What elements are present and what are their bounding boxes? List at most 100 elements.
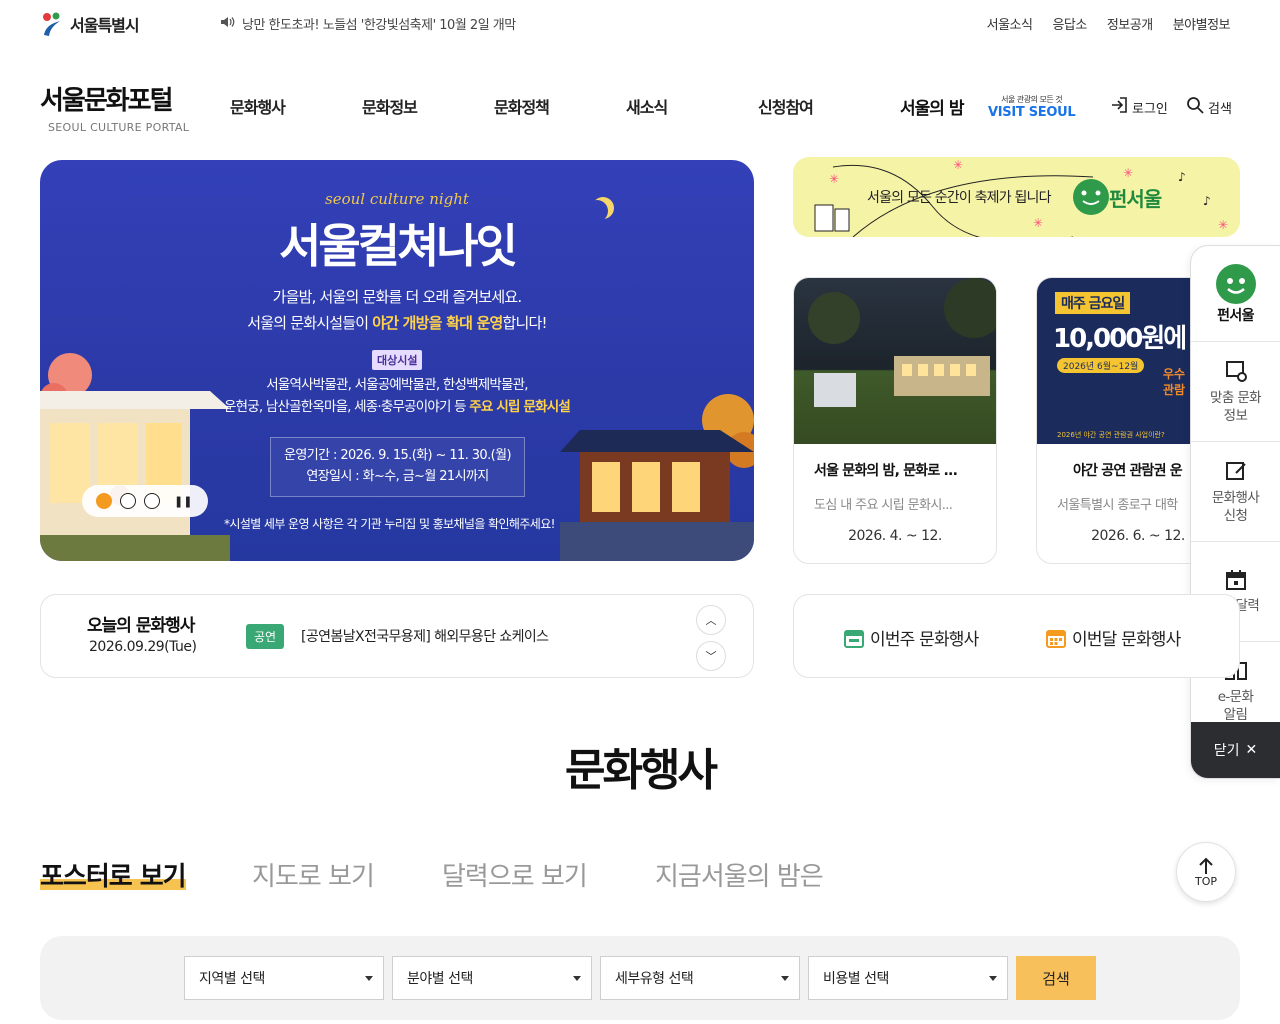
fun-seoul-logo-icon [1215, 263, 1256, 304]
notice-text: 낭만 한도초과! 노들섬 '한강빛섬축제' 10월 2일 개막 [242, 18, 516, 33]
util-link-field-info[interactable]: 분야별정보 [1173, 14, 1231, 33]
svg-text:✳: ✳ [1218, 218, 1228, 232]
region-select[interactable]: 지역별 선택 [184, 956, 384, 1000]
util-link-news[interactable]: 서울소식 [987, 14, 1033, 33]
seoul-night-link[interactable]: 서울의 밤 [900, 94, 964, 119]
util-link-disclosure[interactable]: 정보공개 [1107, 14, 1153, 33]
period-links-box: 이번주 문화행사 이번달 문화행사 [793, 594, 1240, 678]
week-calendar-icon [844, 629, 864, 648]
seoul-symbol-icon [40, 11, 64, 37]
search-button[interactable]: 검색 [1186, 96, 1232, 118]
quick-custom-info-label: 맞춤 문화정보 [1210, 389, 1262, 424]
scroll-top-label: TOP [1194, 874, 1217, 888]
gnb-apply[interactable]: 신청참여 [758, 94, 814, 118]
banner-message: 서울의 모든 순간이 축제가 됩니다 [867, 190, 1052, 206]
event-card-desc: 도심 내 주요 시립 문화시... [814, 498, 953, 513]
speaker-icon [220, 16, 236, 32]
login-label: 로그인 [1132, 101, 1168, 117]
hero-line-2-a: 서울의 문화시설들이 [247, 314, 373, 332]
card-img-foot: 2026년 야간 공연 관람권 사업이란? [1057, 431, 1165, 439]
hero-subtitle: seoul culture night [325, 190, 469, 208]
filter-search-button[interactable]: 검색 [1016, 956, 1096, 1000]
category-select[interactable]: 분야별 선택 [392, 956, 592, 1000]
tab-calendar-view[interactable]: 달력으로 보기 [442, 856, 588, 893]
quick-event-apply[interactable]: 문화행사 신청 [1191, 442, 1280, 542]
this-week-events-link[interactable]: 이번주 문화행사 [844, 625, 979, 650]
today-event-box: 오늘의 문화행사 2026.09.29(Tue) 공연 [공연봄날X전국무용제]… [40, 594, 754, 678]
quick-fun-seoul[interactable]: 펀서울 [1191, 246, 1280, 342]
hero-facilities: 서울역사박물관, 서울공예박물관, 한성백제박물관, 운현궁, 남산골한옥마을,… [40, 374, 754, 418]
hero-line-2: 서울의 문화시설들이 야간 개방을 확대 운영합니다! [40, 310, 754, 336]
this-month-events-link[interactable]: 이번달 문화행사 [1046, 625, 1181, 650]
hero-facilities-line-2-a: 운현궁, 남산골한옥마을, 세종·충무공이야기 등 [224, 399, 470, 415]
tab-seoul-night[interactable]: 지금서울의 밤은 [655, 856, 824, 893]
edit-icon [1225, 461, 1246, 480]
this-month-events-label: 이번달 문화행사 [1072, 630, 1181, 650]
cost-select[interactable]: 비용별 선택 [808, 956, 1008, 1000]
card-img-period: 2026년 6월~12월 [1057, 358, 1145, 373]
gnb-culture-policy[interactable]: 문화정책 [494, 94, 550, 118]
tab-map-view[interactable]: 지도로 보기 [252, 856, 375, 893]
svg-text:♪: ♪ [1203, 194, 1211, 208]
hero-description: 가을밤, 서울의 문화를 더 오래 즐겨보세요. 서울의 문화시설들이 야간 개… [40, 284, 754, 336]
portal-logo[interactable]: 서울문화포털 SEOUL CULTURE PORTAL [40, 80, 189, 134]
today-heading: 오늘의 문화행사 [87, 616, 195, 636]
hero-facilities-line-1: 서울역사박물관, 서울공예박물관, 한성백제박물관, [266, 377, 528, 393]
custom-info-icon [1225, 360, 1247, 382]
fun-seoul-banner[interactable]: ✳ ✳ ✳ ✳ ✳ ♪ ♪ 서울의 모든 순간이 축제가 됩니다 펀서울 [793, 157, 1240, 237]
card-img-title: 매주 금요일 [1055, 292, 1131, 314]
visit-seoul-caption: 서울 관광의 모든 것 [1001, 95, 1063, 104]
portal-logo-en: SEOUL CULTURE PORTAL [48, 121, 190, 134]
pause-icon[interactable]: ❚❚ [174, 495, 192, 508]
target-facility-badge: 대상시설 [372, 350, 423, 370]
svg-text:✳: ✳ [1123, 166, 1133, 180]
hero-period-line-2: 연장일시 : 화~수, 금~월 21시까지 [306, 469, 489, 484]
notice-ticker[interactable]: 낭만 한도초과! 노들섬 '한강빛섬축제' 10월 2일 개막 [220, 14, 516, 33]
arrow-up-icon [1199, 857, 1213, 874]
banner-brand: 펀서울 [1109, 187, 1162, 211]
svg-text:✳: ✳ [953, 158, 963, 172]
hero-slider-controls: ❚❚ [82, 485, 208, 517]
this-week-events-label: 이번주 문화행사 [870, 630, 979, 650]
chevron-down-icon: ﹀ [705, 650, 717, 663]
scroll-top-button[interactable]: TOP [1176, 842, 1236, 902]
hero-line-1: 가을밤, 서울의 문화를 더 오래 즐겨보세요. [272, 288, 523, 306]
gnb-events[interactable]: 문화행사 [230, 94, 286, 118]
hero-facilities-highlight: 주요 시립 문화시설 [469, 399, 571, 415]
visit-seoul-link[interactable]: 서울 관광의 모든 것 VISIT SEOUL [988, 94, 1076, 120]
search-icon [1186, 96, 1204, 118]
subtype-select[interactable]: 세부유형 선택 [600, 956, 800, 1000]
quick-e-culture-label: e-문화 알림 [1217, 688, 1254, 723]
quick-custom-info[interactable]: 맞춤 문화정보 [1191, 342, 1280, 442]
hero-title: 서울컬쳐나잇 [279, 219, 518, 273]
svg-text:♪: ♪ [1178, 170, 1186, 184]
gnb-culture-info[interactable]: 문화정보 [362, 94, 418, 118]
util-link-response[interactable]: 응답소 [1052, 14, 1087, 33]
slide-dot-3[interactable] [144, 493, 160, 509]
night-park-photo [808, 278, 996, 407]
gnb-news[interactable]: 새소식 [626, 94, 668, 118]
next-event-button[interactable]: ﹀ [696, 641, 726, 671]
utility-nav: 서울소식 응답소 정보공개 분야별정보 [987, 14, 1231, 33]
card-img-side: 우수 관람 [1163, 367, 1186, 397]
quick-fun-seoul-label: 펀서울 [1217, 307, 1254, 324]
today-date: 2026.09.29(Tue) [89, 639, 197, 655]
visit-seoul-title: VISIT SEOUL [988, 105, 1076, 120]
slide-dot-2[interactable] [120, 493, 136, 509]
login-icon [1110, 96, 1128, 118]
hero-banner[interactable]: seoul culture night 서울컬쳐나잇 가을밤, 서울의 문화를 … [40, 160, 754, 561]
portal-logo-ko: 서울문화포털 [40, 86, 174, 116]
today-event-link[interactable]: [공연봄날X전국무용제] 해외무용단 쇼케이스 [301, 626, 549, 646]
login-button[interactable]: 로그인 [1110, 96, 1168, 118]
slide-dot-1[interactable] [96, 493, 112, 509]
month-calendar-icon [1046, 629, 1066, 648]
card-img-price: 10,000원에 [1053, 324, 1187, 354]
hero-line-2-highlight: 야간 개방을 확대 운영 [372, 314, 503, 332]
search-label: 검색 [1208, 101, 1232, 117]
tab-poster-view[interactable]: 포스터로 보기 [40, 856, 187, 893]
event-card[interactable]: 서울 문화의 밤, 문화로 ... 도심 내 주요 시립 문화시... 2026… [793, 277, 997, 564]
prev-event-button[interactable]: ︿ [696, 605, 726, 635]
hero-period-box: 운영기간 : 2026. 9. 15.(화) ~ 11. 30.(월) 연장일시… [270, 437, 525, 497]
hero-footnote: *시설별 세부 운영 사항은 각 기관 누리집 및 홍보채널을 확인해주세요! [224, 517, 555, 531]
seoul-city-logo[interactable]: 서울특별시 [40, 10, 140, 38]
